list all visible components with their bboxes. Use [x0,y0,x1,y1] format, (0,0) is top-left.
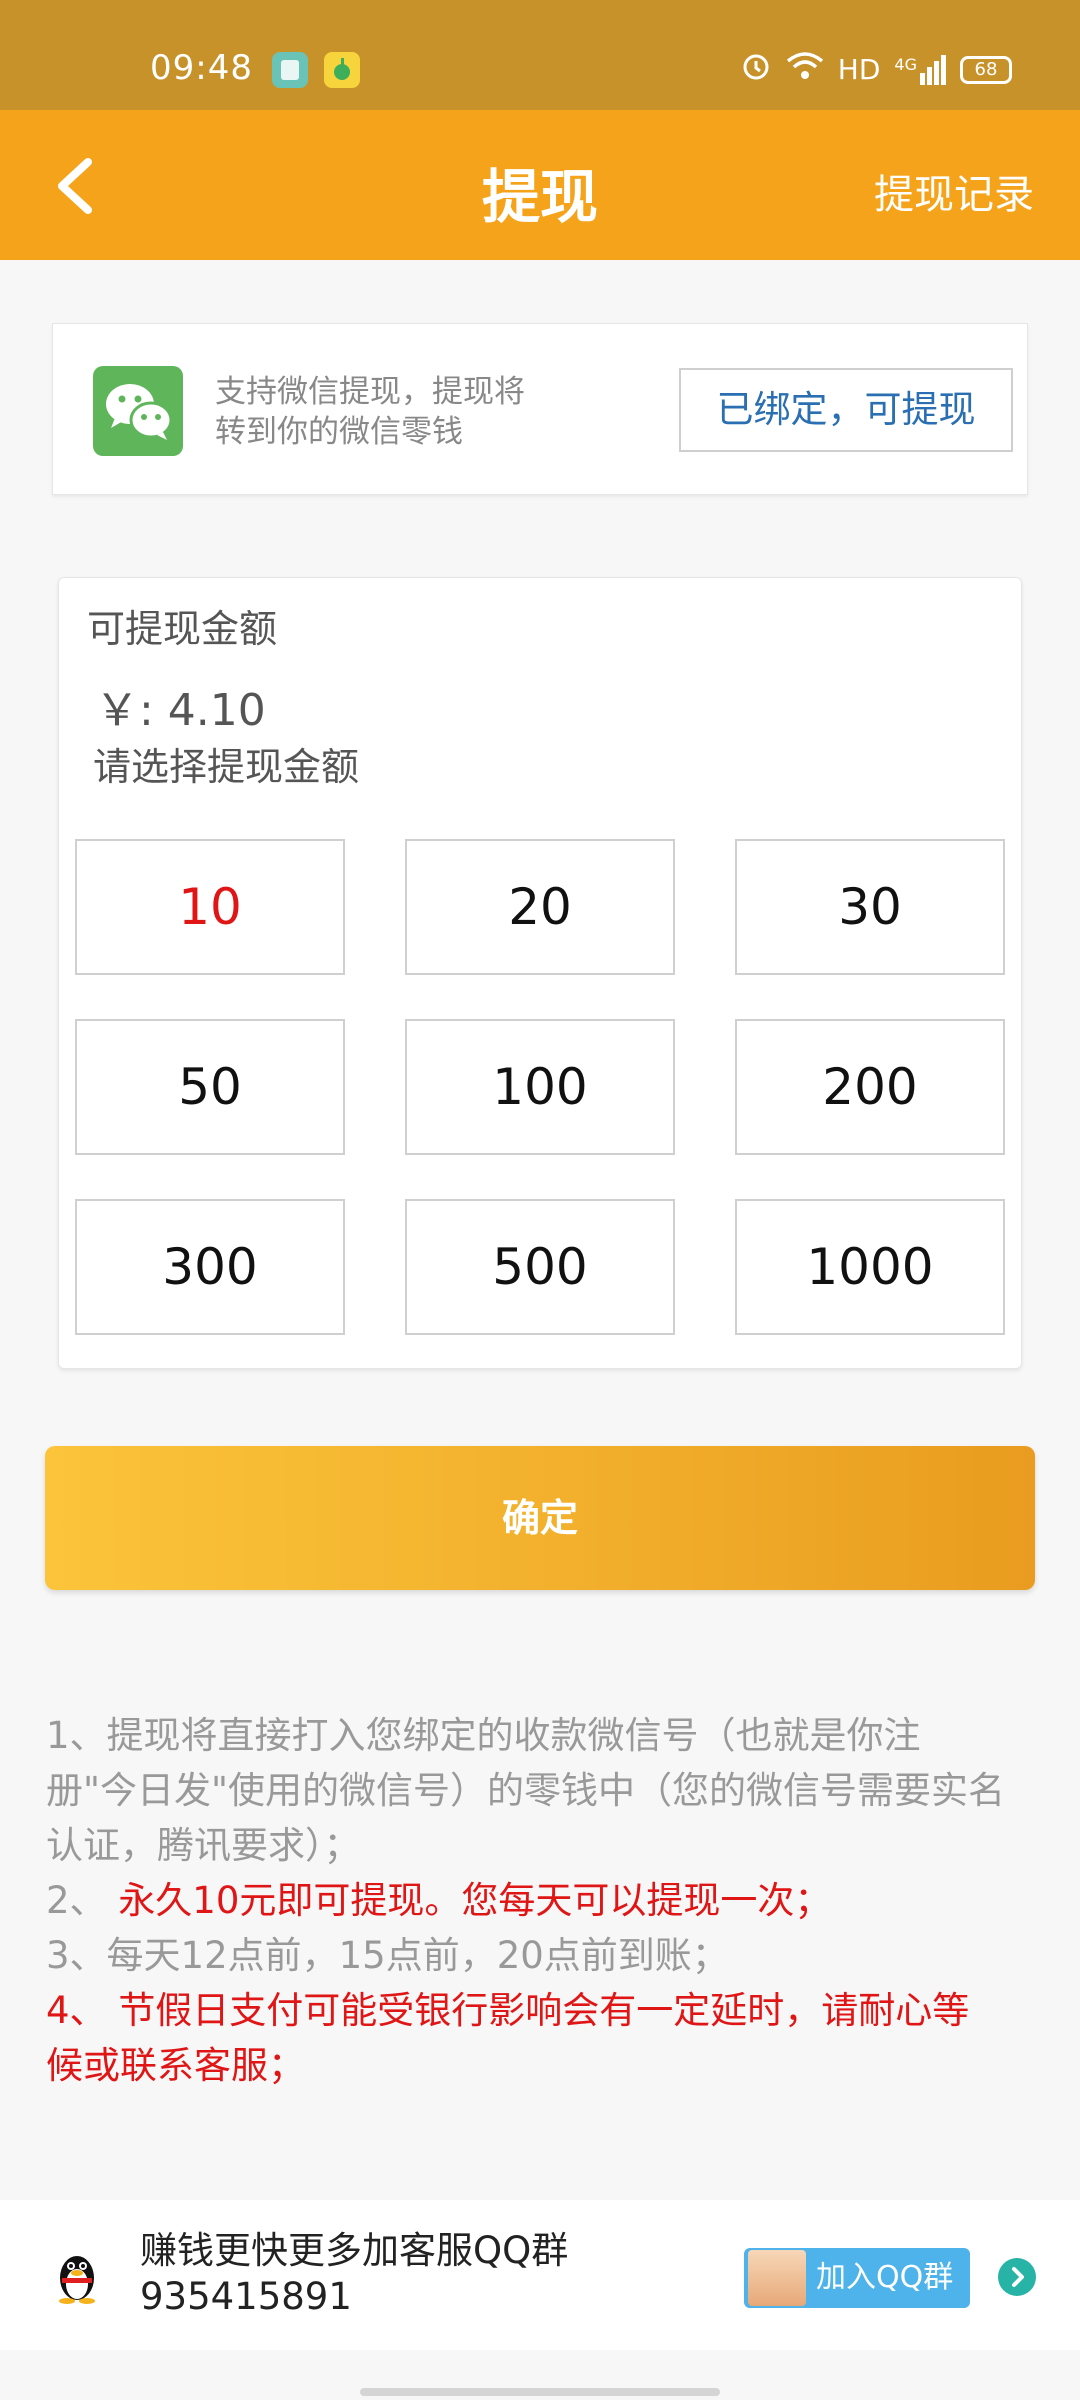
note-2-text: 永久10元即可提现。您每天可以提现一次； [118,1879,832,1922]
amount-option-10[interactable]: 10 [75,839,345,975]
wechat-binding-card: 支持微信提现，提现将 转到你的微信零钱 已绑定，可提现 [52,323,1028,495]
clipboard-app-icon [272,52,308,88]
qq-group-number: 935415891 [140,2275,352,2318]
network-type: HD [837,53,881,86]
qq-group-text: 赚钱更快更多加客服QQ群 935415891 [140,2228,568,2320]
qq-group-promo: 赚钱更快更多加客服QQ群 [140,2229,569,2272]
join-qq-group-button[interactable]: 加入QQ群 [744,2248,970,2308]
amount-option-30[interactable]: 30 [735,839,1005,975]
battery-icon: 68 [960,55,1012,84]
qq-group-banner[interactable]: 赚钱更快更多加客服QQ群 935415891 加入QQ群 [0,2200,1080,2350]
qq-group-avatar [748,2250,806,2306]
home-indicator[interactable] [360,2388,720,2396]
status-bar: 09:48 HD 4G 68 [0,0,1080,110]
status-indicators: HD 4G 68 [740,50,1012,89]
note-2: 2、 永久10元即可提现。您每天可以提现一次； [46,1873,1006,1928]
note-4: 4、 节假日支付可能受银行影响会有一定延时，请耐心等候或联系客服； [46,1983,1006,2093]
amount-option-500[interactable]: 500 [405,1199,675,1335]
amount-card: 可提现金额 ￥: 4.10 请选择提现金额 10 20 30 50 100 20… [58,577,1022,1369]
signal-icon: 4G [894,54,946,85]
amount-option-20[interactable]: 20 [405,839,675,975]
amount-option-100[interactable]: 100 [405,1019,675,1155]
alarm-icon [740,50,772,89]
join-qq-group-label: 加入QQ群 [816,2260,954,2295]
note-4-text: 节假日支付可能受银行影响会有一定延时，请耐心等候或联系客服； [46,1989,970,2087]
qq-music-app-icon [324,52,360,88]
note-2-prefix: 2、 [46,1879,107,1922]
wechat-description-line2: 转到你的微信零钱 [215,414,463,450]
bind-status-button[interactable]: 已绑定，可提现 [679,368,1013,452]
amount-option-200[interactable]: 200 [735,1019,1005,1155]
wechat-description: 支持微信提现，提现将 转到你的微信零钱 [215,372,575,452]
amount-option-300[interactable]: 300 [75,1199,345,1335]
chevron-right-circle-icon[interactable] [998,2258,1036,2296]
available-balance: ￥: 4.10 [95,685,266,736]
confirm-button[interactable]: 确定 [45,1446,1035,1590]
amount-option-1000[interactable]: 1000 [735,1199,1005,1335]
wechat-icon [93,366,183,456]
status-time: 09:48 [150,48,253,88]
note-4-prefix: 4、 [46,1989,107,2032]
note-3: 3、每天12点前，15点前，20点前到账； [46,1934,729,1977]
wechat-description-line1: 支持微信提现，提现将 [215,374,525,410]
select-amount-prompt: 请选择提现金额 [93,745,360,789]
app-header: 提现 提现记录 [0,110,1080,260]
wifi-icon [786,51,824,88]
withdraw-history-link[interactable]: 提现记录 [874,162,1034,220]
qq-penguin-icon [52,2248,102,2304]
note-1: 1、提现将直接打入您绑定的收款微信号（也就是你注册"今日发"使用的微信号）的零钱… [46,1714,1006,1867]
available-amount-label: 可提现金额 [87,607,278,651]
withdraw-notes: 1、提现将直接打入您绑定的收款微信号（也就是你注册"今日发"使用的微信号）的零钱… [46,1708,1006,2093]
amount-option-50[interactable]: 50 [75,1019,345,1155]
